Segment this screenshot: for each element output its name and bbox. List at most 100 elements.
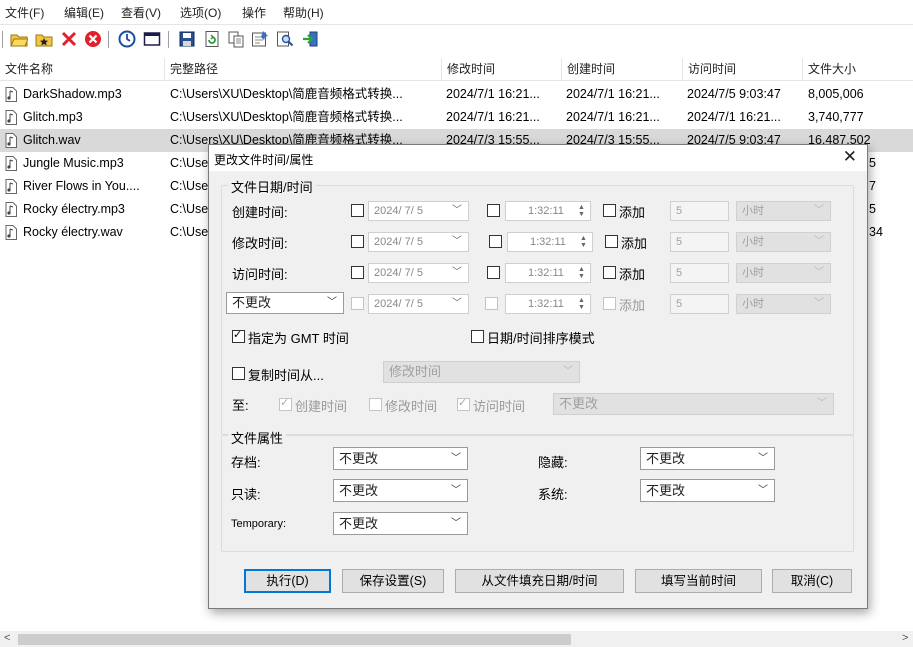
column-header-modified[interactable]: 修改时间 [442,58,562,80]
extra-time-checkbox[interactable] [485,297,498,310]
created-add-checkbox[interactable] [603,204,616,217]
row-path: C:\Users\XU\Desktop\简鹿音频格式转换... [170,87,403,101]
delete-icon[interactable] [60,30,78,48]
row-filename: Glitch.mp3 [23,110,83,124]
table-row[interactable]: DarkShadow.mp3 C:\Users\XU\Desktop\简鹿音频格… [0,83,913,106]
refresh-icon[interactable] [203,30,221,48]
archive-label: 存档: [231,455,261,470]
archive-select[interactable]: 不更改 ﹀ [333,447,468,470]
column-header-accessed[interactable]: 访问时间 [683,58,803,80]
chevron-down-icon: ﹀ [814,236,824,247]
menu-help[interactable]: 帮助(H) [283,4,324,21]
modified-time-checkbox[interactable] [489,235,502,248]
temporary-select[interactable]: 不更改 ﹀ [333,512,468,535]
row-accessed: 2024/7/5 9:03:47 [687,87,781,101]
modified-add-checkbox[interactable] [605,235,618,248]
execute-button[interactable]: 执行(D) [244,569,331,593]
save-icon[interactable] [178,30,196,48]
menu-view[interactable]: 查看(V) [121,4,161,21]
copy-source-select[interactable]: 修改时间 ﹀ [383,361,580,383]
audio-file-icon [5,110,17,125]
copy-icon[interactable] [227,30,245,48]
modified-date-picker[interactable]: 2024/ 7/ 5 ﹀ [368,232,469,252]
to-created-checkbox[interactable] [279,396,292,411]
to-target-select[interactable]: 不更改 ﹀ [553,393,834,415]
accessed-add-unit-select[interactable]: 小时 ﹀ [736,263,831,283]
open-folder-icon[interactable] [10,30,28,48]
scroll-left-arrow[interactable]: < [4,632,10,644]
table-row[interactable]: Glitch.mp3 C:\Users\XU\Desktop\简鹿音频格式转换.… [0,106,913,129]
horizontal-scrollbar[interactable]: < > [0,631,913,647]
toolbar-separator [2,31,3,48]
column-header-name[interactable]: 文件名称 [0,58,165,80]
created-time-label: 创建时间: [232,205,288,220]
menu-options[interactable]: 选项(O) [180,4,221,21]
stop-icon[interactable] [84,30,102,48]
clock-icon[interactable] [118,30,136,48]
to-modified-checkbox[interactable] [369,398,382,411]
to-modified-label: 修改时间 [385,399,438,414]
chevron-down-icon: ﹀ [814,298,824,309]
row-path: C:\Use [170,156,208,170]
readonly-select[interactable]: 不更改 ﹀ [333,479,468,502]
menu-actions[interactable]: 操作 [242,4,266,21]
menu-file[interactable]: 文件(F) [5,4,44,21]
folder-star-icon[interactable] [35,30,53,48]
accessed-time-spinner[interactable]: 1:32:11 ▲ ▼ [505,263,591,283]
row-filename: Glitch.wav [23,133,81,147]
modified-add-unit-select[interactable]: 小时 ﹀ [736,232,831,252]
audio-file-icon [5,225,17,240]
fill-from-file-button[interactable]: 从文件填充日期/时间 [455,569,624,593]
chevron-down-icon: ﹀ [758,453,768,464]
accessed-time-checkbox[interactable] [487,266,500,279]
copy-time-checkbox[interactable] [232,367,245,380]
scroll-thumb[interactable] [18,634,571,645]
hidden-select[interactable]: 不更改 ﹀ [640,447,775,470]
accessed-date-picker[interactable]: 2024/ 7/ 5 ﹀ [368,263,469,283]
row-modified: 2024/7/1 16:21... [446,87,540,101]
sort-mode-checkbox[interactable] [471,330,484,343]
chevron-down-icon: ﹀ [451,453,461,464]
created-add-amount[interactable]: 5 [670,201,729,221]
row-filename: Rocky électry.wav [23,225,123,239]
extra-add-amount[interactable]: 5 [670,294,729,314]
audio-file-icon [5,156,17,171]
row-filename: DarkShadow.mp3 [23,87,122,101]
window-icon[interactable] [143,30,161,48]
gmt-checkbox[interactable] [232,328,245,343]
created-add-unit-select[interactable]: 小时 ﹀ [736,201,831,221]
created-time-spinner[interactable]: 1:32:11 ▲ ▼ [505,201,591,221]
extra-add-unit-select[interactable]: 小时 ﹀ [736,294,831,314]
system-select[interactable]: 不更改 ﹀ [640,479,775,502]
modified-date-checkbox[interactable] [351,235,364,248]
exit-icon[interactable] [301,30,319,48]
to-accessed-checkbox[interactable] [457,396,470,411]
created-time-checkbox[interactable] [487,204,500,217]
menu-bar: 文件(F) 编辑(E) 查看(V) 选项(O) 操作 帮助(H) [0,0,913,23]
column-header-path[interactable]: 完整路径 [165,58,442,80]
scroll-right-arrow[interactable]: > [902,632,908,644]
cancel-button[interactable]: 取消(C) [772,569,852,593]
extra-date-checkbox[interactable] [351,297,364,310]
extra-add-checkbox[interactable] [603,297,616,310]
chevron-down-icon: ﹀ [817,398,827,409]
modified-time-spinner[interactable]: 1:32:11 ▲ ▼ [507,232,593,252]
chevron-down-icon: ﹀ [452,236,462,247]
accessed-date-checkbox[interactable] [351,266,364,279]
extra-time-spinner[interactable]: 1:32:11 ▲ ▼ [505,294,591,314]
modified-add-amount[interactable]: 5 [670,232,729,252]
accessed-add-amount[interactable]: 5 [670,263,729,283]
extra-time-type-select[interactable]: 不更改 ﹀ [226,292,344,314]
column-header-created[interactable]: 创建时间 [562,58,683,80]
save-settings-button[interactable]: 保存设置(S) [342,569,444,593]
extra-date-picker[interactable]: 2024/ 7/ 5 ﹀ [368,294,469,314]
accessed-add-checkbox[interactable] [603,266,616,279]
column-header-size[interactable]: 文件大小 [803,58,913,80]
properties-icon[interactable] [251,30,269,48]
close-icon[interactable]: ✕ [843,147,857,167]
fill-current-time-button[interactable]: 填写当前时间 [635,569,762,593]
created-date-picker[interactable]: 2024/ 7/ 5 ﹀ [368,201,469,221]
find-icon[interactable] [276,30,294,48]
menu-edit[interactable]: 编辑(E) [64,4,104,21]
created-date-checkbox[interactable] [351,204,364,217]
